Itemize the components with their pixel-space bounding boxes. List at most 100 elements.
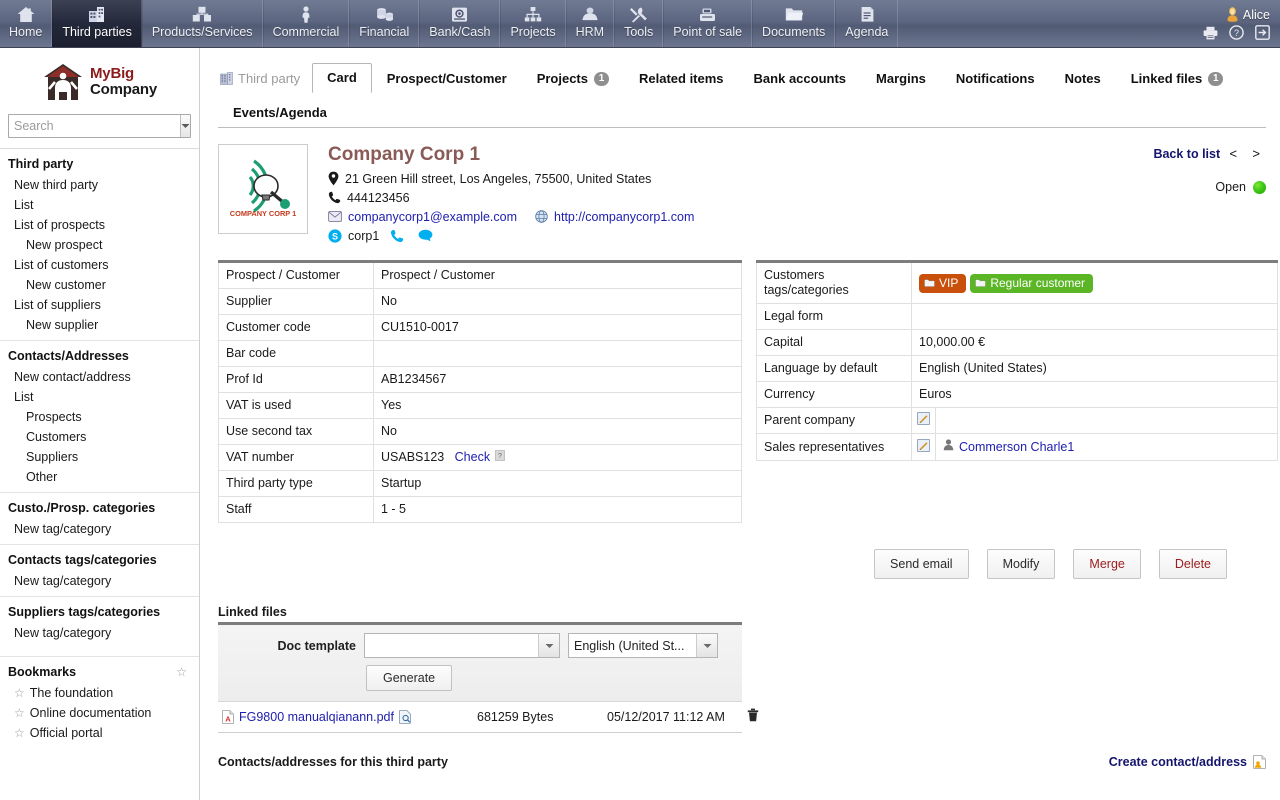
doc-template-select[interactable] xyxy=(364,633,560,658)
topmenu-item-products-services[interactable]: Products/Services xyxy=(142,0,263,47)
linked-file-link[interactable]: FG9800 manualqianann.pdf xyxy=(239,710,394,724)
topmenu-item-tools[interactable]: Tools xyxy=(614,0,663,47)
tab-related-items[interactable]: Related items xyxy=(624,64,739,93)
generate-button[interactable]: Generate xyxy=(366,665,452,691)
agenda-icon xyxy=(859,4,875,24)
skype-icon: S xyxy=(328,229,342,243)
tab-card[interactable]: Card xyxy=(312,63,372,93)
topmenu-item-agenda[interactable]: Agenda xyxy=(835,0,898,47)
tag-chip[interactable]: Regular customer xyxy=(970,274,1093,293)
skype-call-icon[interactable] xyxy=(390,229,404,243)
email-link[interactable]: companycorp1@example.com xyxy=(348,210,517,224)
delete-file-button[interactable] xyxy=(747,708,765,725)
linked-file-name-cell: A FG9800 manualqianann.pdf xyxy=(222,710,477,724)
sidebar-item-list-of-customers[interactable]: List of customers xyxy=(0,255,199,275)
sidebar-item-new-tag-category[interactable]: New tag/category xyxy=(0,623,199,643)
tab-bank-accounts[interactable]: Bank accounts xyxy=(739,64,861,93)
tab-notes[interactable]: Notes xyxy=(1050,64,1116,93)
topmenu-item-documents[interactable]: Documents xyxy=(752,0,835,47)
sidebar-item-suppliers[interactable]: Suppliers xyxy=(0,447,199,467)
sidebar-item-new-tag-category[interactable]: New tag/category xyxy=(0,571,199,591)
field-label: Use second tax xyxy=(219,419,374,445)
website-link[interactable]: http://companycorp1.com xyxy=(554,210,694,224)
topmenu-item-home[interactable]: Home xyxy=(0,0,52,47)
tab-notifications[interactable]: Notifications xyxy=(941,64,1050,93)
sidebar-item-new-prospect[interactable]: New prospect xyxy=(0,235,199,255)
sales-representatives-value-cell: Commerson Charle1 xyxy=(936,434,1278,461)
topmenu-item-hrm[interactable]: HRM xyxy=(566,0,614,47)
sidebar-item-list-of-prospects[interactable]: List of prospects xyxy=(0,215,199,235)
tab-prospect-customer[interactable]: Prospect/Customer xyxy=(372,64,522,93)
language-chevron-down-icon[interactable] xyxy=(696,634,717,657)
bookmark-item-the-foundation[interactable]: ☆The foundation xyxy=(0,683,199,703)
user-menu[interactable]: Alice xyxy=(1226,7,1270,22)
vat-check-link[interactable]: Check xyxy=(455,450,490,464)
table-row: Prospect / CustomerProspect / Customer xyxy=(219,262,742,289)
company-logo-thumbnail[interactable]: COMPANY CORP 1 xyxy=(218,144,308,234)
linked-file-size: 681259 Bytes xyxy=(477,710,607,724)
send-email-button[interactable]: Send email xyxy=(874,549,969,579)
modify-button[interactable]: Modify xyxy=(987,549,1056,579)
topmenu-item-label: HRM xyxy=(576,25,604,39)
sidebar-item-list[interactable]: List xyxy=(0,387,199,407)
edit-sales-representatives-icon[interactable] xyxy=(912,434,936,461)
sidebar-item-new-tag-category[interactable]: New tag/category xyxy=(0,519,199,539)
search-input[interactable] xyxy=(9,115,180,137)
sidebar-item-new-contact-address[interactable]: New contact/address xyxy=(0,367,199,387)
sidebar-item-customers[interactable]: Customers xyxy=(0,427,199,447)
top-menu-bar: HomeThird partiesProducts/ServicesCommer… xyxy=(0,0,1280,48)
sidebar-item-prospects[interactable]: Prospects xyxy=(0,407,199,427)
sidebar-item-list[interactable]: List xyxy=(0,195,199,215)
delete-button[interactable]: Delete xyxy=(1159,549,1227,579)
building-small-icon xyxy=(220,72,233,85)
logo-caption: COMPANY CORP 1 xyxy=(230,209,297,218)
sidebar-item-other[interactable]: Other xyxy=(0,467,199,487)
bookmark-item-official-portal[interactable]: ☆Official portal xyxy=(0,723,199,743)
help-icon[interactable]: ? xyxy=(1229,25,1244,40)
doc-template-label: Doc template xyxy=(228,639,356,653)
sales-representatives-link[interactable]: Commerson Charle1 xyxy=(959,440,1074,454)
print-icon[interactable] xyxy=(1203,26,1218,40)
topmenu-item-financial[interactable]: Financial xyxy=(349,0,419,47)
topmenu-item-bank-cash[interactable]: Bank/Cash xyxy=(419,0,500,47)
table-row: Third party typeStartup xyxy=(219,471,742,497)
tag-chip[interactable]: VIP xyxy=(919,274,966,293)
company-logo[interactable]: MyBig Company xyxy=(0,48,199,114)
logout-icon[interactable] xyxy=(1255,25,1270,40)
next-record-link[interactable]: > xyxy=(1246,146,1266,161)
edit-parent-company-icon[interactable] xyxy=(912,408,936,434)
language-select[interactable]: English (United St... xyxy=(568,633,718,658)
preview-icon[interactable] xyxy=(399,710,411,724)
topmenu-item-commercial[interactable]: Commercial xyxy=(263,0,350,47)
tab-projects[interactable]: Projects1 xyxy=(522,64,624,93)
sidebar-item-new-third-party[interactable]: New third party xyxy=(0,175,199,195)
previous-record-link[interactable]: < xyxy=(1223,146,1243,161)
table-row: Use second taxNo xyxy=(219,419,742,445)
topmenu-item-point-of-sale[interactable]: Point of sale xyxy=(663,0,752,47)
tab-events-agenda[interactable]: Events/Agenda xyxy=(218,98,342,127)
search-dropdown-button[interactable] xyxy=(180,115,190,137)
trash-icon[interactable] xyxy=(747,708,759,722)
create-contact-link[interactable]: Create contact/address xyxy=(1109,755,1247,769)
topmenu-item-projects[interactable]: Projects xyxy=(500,0,565,47)
sidebar-item-new-customer[interactable]: New customer xyxy=(0,275,199,295)
folder-icon xyxy=(785,4,803,24)
topmenu-item-third-parties[interactable]: Third parties xyxy=(52,0,141,47)
help-tooltip-icon[interactable]: ? xyxy=(495,450,505,461)
new-contact-icon[interactable] xyxy=(1253,755,1266,769)
sidebar-item-list-of-suppliers[interactable]: List of suppliers xyxy=(0,295,199,315)
doc-template-chevron-down-icon[interactable] xyxy=(538,634,559,657)
bookmark-item-online-documentation[interactable]: ☆Online documentation xyxy=(0,703,199,723)
merge-button[interactable]: Merge xyxy=(1073,549,1140,579)
tab-margins[interactable]: Margins xyxy=(861,64,941,93)
field-label: Staff xyxy=(219,497,374,523)
bookmark-add-star-icon[interactable]: ☆ xyxy=(176,666,187,678)
skype-chat-icon[interactable] xyxy=(418,229,433,242)
tab-label: Events/Agenda xyxy=(233,105,327,120)
tab-linked-files[interactable]: Linked files1 xyxy=(1116,64,1239,93)
create-contact-action[interactable]: Create contact/address xyxy=(1109,755,1266,769)
sidebar-item-new-supplier[interactable]: New supplier xyxy=(0,315,199,335)
tab-bar: Third party CardProspect/CustomerProject… xyxy=(218,58,1266,128)
back-to-list-link[interactable]: Back to list xyxy=(1153,147,1220,161)
search-box[interactable] xyxy=(8,114,191,138)
